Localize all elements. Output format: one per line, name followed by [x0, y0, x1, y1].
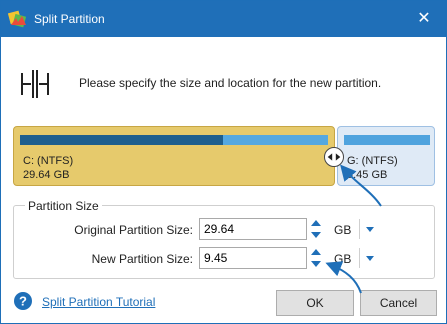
window-title: Split Partition: [34, 12, 105, 26]
help-icon[interactable]: ?: [13, 291, 33, 311]
original-size-spinner: [307, 218, 325, 240]
app-logo-icon: [8, 10, 27, 28]
partition-g-block[interactable]: G: (NTFS) 9.45 GB: [337, 126, 435, 186]
spin-down-icon[interactable]: [307, 229, 325, 240]
drag-handle-icon[interactable]: [324, 147, 344, 167]
partition-c-block[interactable]: C: (NTFS) 29.64 GB: [13, 126, 335, 186]
unit-separator: [359, 219, 360, 239]
original-size-label: Original Partition Size:: [74, 223, 193, 237]
unit-separator: [359, 248, 360, 268]
partition-c-name: C: (NTFS): [23, 155, 74, 167]
partition-c-size: 29.64 GB: [23, 169, 70, 181]
dropdown-arrow-icon[interactable]: [364, 223, 376, 235]
partition-c-used-fill: [20, 135, 224, 145]
close-button[interactable]: ✕: [414, 9, 434, 29]
title-bar[interactable]: Split Partition ✕: [1, 1, 446, 37]
split-partition-icon: [21, 70, 49, 98]
split-partition-tutorial-link[interactable]: Split Partition Tutorial: [42, 295, 155, 309]
dropdown-arrow-icon[interactable]: [364, 252, 376, 264]
cancel-button[interactable]: Cancel: [360, 290, 437, 316]
new-size-spinner: [307, 247, 325, 269]
new-size-label: New Partition Size:: [91, 252, 193, 266]
partition-c-usage-bar: [20, 135, 328, 145]
new-size-input[interactable]: [199, 247, 307, 269]
spin-down-icon[interactable]: [307, 258, 325, 269]
new-size-unit: GB: [334, 252, 352, 266]
partition-g-size: 9.45 GB: [347, 169, 388, 181]
ok-button[interactable]: OK: [276, 290, 354, 316]
original-size-input[interactable]: [199, 218, 307, 240]
instruction-text: Please specify the size and location for…: [79, 76, 382, 90]
spin-up-icon[interactable]: [307, 247, 325, 258]
partition-g-usage-bar: [344, 135, 430, 145]
partition-size-group-title: Partition Size: [25, 199, 102, 213]
spin-up-icon[interactable]: [307, 218, 325, 229]
split-partition-dialog: Split Partition ✕ Please specify the siz…: [0, 0, 447, 324]
partition-g-name: G: (NTFS): [347, 155, 398, 167]
svg-text:?: ?: [19, 294, 27, 309]
original-size-unit: GB: [334, 223, 352, 237]
